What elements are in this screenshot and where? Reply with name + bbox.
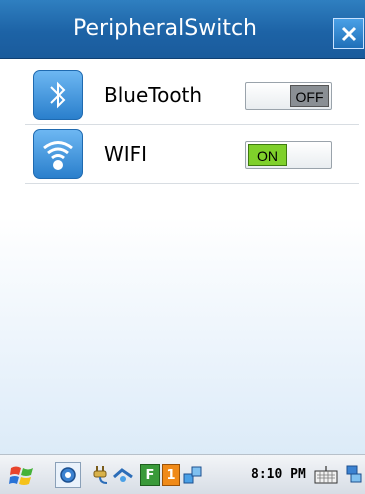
start-button[interactable] <box>8 464 38 486</box>
circle-app-icon <box>60 467 76 483</box>
content-area: BlueTooth OFF WIFI ON <box>0 59 365 454</box>
bluetooth-icon <box>33 70 83 120</box>
power-plug-icon[interactable] <box>90 464 112 486</box>
wifi-toggle-state: ON <box>248 144 287 166</box>
connectivity-icon[interactable] <box>182 464 204 486</box>
network-icon[interactable] <box>112 464 134 486</box>
windows-flag-icon <box>9 466 33 485</box>
wifi-label: WIFI <box>104 142 148 166</box>
close-icon <box>341 26 356 41</box>
bluetooth-label: BlueTooth <box>104 83 203 107</box>
input-mode-indicator[interactable]: 1 <box>162 464 180 486</box>
window-title: PeripheralSwitch <box>73 16 257 41</box>
bluetooth-toggle[interactable]: OFF <box>245 82 332 110</box>
app-button[interactable] <box>55 462 81 488</box>
wifi-icon <box>33 129 83 179</box>
taskbar: F 1 8:10 PM <box>0 454 365 494</box>
close-button[interactable] <box>333 18 364 49</box>
desktop-icon[interactable] <box>344 464 365 486</box>
wifi-toggle[interactable]: ON <box>245 141 332 169</box>
wifi-row: WIFI ON <box>25 125 359 184</box>
title-bar: PeripheralSwitch <box>0 0 365 59</box>
f-key-indicator[interactable]: F <box>140 464 160 486</box>
keyboard-icon <box>314 466 338 484</box>
keyboard-button[interactable] <box>314 464 338 486</box>
bluetooth-toggle-state: OFF <box>290 85 329 107</box>
bluetooth-row: BlueTooth OFF <box>25 66 359 125</box>
clock-text[interactable]: 8:10 PM <box>251 455 306 494</box>
